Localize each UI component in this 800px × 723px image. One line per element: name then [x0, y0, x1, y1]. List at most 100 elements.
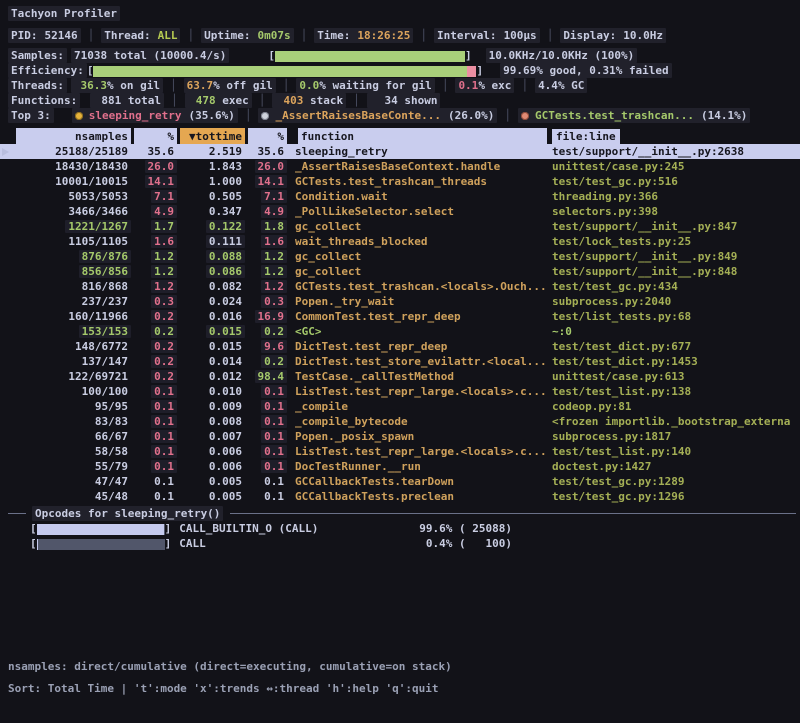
table-row[interactable]: 160/11966 0.2 0.016 16.9 CommonTest.test… — [0, 309, 800, 324]
direct-pct-value: 14.1 — [145, 175, 178, 188]
function-name: DictTest.test_repr_deep — [295, 340, 447, 353]
function-name: CommonTest.test_repr_deep — [295, 310, 461, 323]
separator: │ — [245, 108, 252, 123]
top3-item-1[interactable]: sleeping_retry(35.6%) — [72, 108, 238, 123]
table-row[interactable]: 148/6772 0.2 0.015 9.6 DictTest.test_rep… — [0, 339, 800, 354]
opcode-bar-fill — [37, 524, 164, 535]
thread-stat[interactable]: Thread:ALL — [101, 28, 180, 43]
function-name: sleeping_retry — [295, 145, 388, 158]
tottime-value: 0.016 — [206, 310, 245, 323]
tottime-value: 0.082 — [206, 280, 245, 293]
tottime-value: 0.012 — [206, 370, 245, 383]
col-header-pct1[interactable]: % — [131, 128, 177, 144]
table-row[interactable]: 10001/10015 14.1 1.000 14.1 GCTests.test… — [0, 174, 800, 189]
function-name: TestCase._callTestMethod — [295, 370, 454, 383]
nsamples-value: 45/48 — [92, 490, 131, 503]
direct-pct-value: 26.0 — [145, 160, 178, 173]
file-line: ~:0 — [552, 325, 572, 338]
header-marker-cell — [0, 129, 13, 144]
nsamples-value: 100/100 — [79, 385, 131, 398]
col-header-tottime-sorted[interactable]: ▼tottime — [177, 128, 245, 144]
file-line: unittest/case.py:613 — [552, 370, 684, 383]
function-name: ListTest.test_repr_large.<locals>.c... — [295, 385, 547, 398]
tottime-value: 0.111 — [206, 235, 245, 248]
table-row[interactable]: 47/47 0.1 0.005 0.1 GCCallbackTests.tear… — [0, 474, 800, 489]
samples-total: 71038 total (10000.4/s) — [71, 48, 229, 63]
file-line: codeop.py:81 — [552, 400, 631, 413]
table-row[interactable]: 3466/3466 4.9 0.347 4.9 _PollLikeSelecto… — [0, 204, 800, 219]
col-header-file[interactable]: file:line — [552, 129, 800, 144]
table-row[interactable]: 25188/25189 35.6 2.519 35.6 sleeping_ret… — [0, 144, 800, 159]
direct-pct-value: 0.1 — [151, 460, 177, 473]
nsamples-value: 816/868 — [79, 280, 131, 293]
display-value: 10.0Hz — [623, 28, 663, 43]
opcode-row: [ ] CALL 0.4% ( 100) — [0, 536, 512, 551]
cumulative-pct-value: 0.1 — [261, 385, 287, 398]
table-row[interactable]: 1105/1105 1.6 0.111 1.6 wait_threads_blo… — [0, 234, 800, 249]
nsamples-value: 148/6772 — [72, 340, 131, 353]
bar-open-bracket: [ — [30, 537, 37, 550]
table-row[interactable]: 5053/5053 7.1 0.505 7.1 Condition.wait t… — [0, 189, 800, 204]
file-line: unittest/case.py:245 — [552, 160, 684, 173]
top3-item-2[interactable]: _AssertRaisesBaseConte...(26.0%) — [258, 108, 497, 123]
table-row[interactable]: 153/153 0.2 0.015 0.2 <GC> ~:0 — [0, 324, 800, 339]
interval-value: 100µs — [504, 28, 537, 43]
bar-close-bracket: ] — [476, 63, 483, 78]
functions-stack: 403 stack — [272, 93, 346, 108]
col-header-nsamples[interactable]: nsamples — [13, 128, 131, 144]
col-header-pct2[interactable]: % — [245, 128, 287, 144]
table-row[interactable]: 122/69721 0.2 0.012 98.4 TestCase._callT… — [0, 369, 800, 384]
nsamples-value: 237/237 — [79, 295, 131, 308]
table-row[interactable]: 100/100 0.1 0.010 0.1 ListTest.test_repr… — [0, 384, 800, 399]
cumulative-pct-value: 35.6 — [255, 145, 288, 158]
table-row[interactable]: 18430/18430 26.0 1.843 26.0 _AssertRaise… — [0, 159, 800, 174]
direct-pct-value: 0.2 — [151, 355, 177, 368]
tottime-value: 0.122 — [206, 220, 245, 233]
nsamples-value: 47/47 — [92, 475, 131, 488]
table-row[interactable]: 45/48 0.1 0.005 0.1 GCCallbackTests.prec… — [0, 489, 800, 504]
file-line: test/test_list.py:138 — [552, 385, 691, 398]
table-row[interactable]: 876/876 1.2 0.088 1.2 gc_collect test/su… — [0, 249, 800, 264]
nsamples-value: 122/69721 — [65, 370, 131, 383]
separator: │ — [259, 93, 266, 108]
separator: │ — [504, 108, 511, 123]
function-name: Popen._posix_spawn — [295, 430, 414, 443]
nsamples-value: 1105/1105 — [65, 235, 131, 248]
table-row[interactable]: 58/58 0.1 0.006 0.1 ListTest.test_repr_l… — [0, 444, 800, 459]
separator: │ — [88, 28, 95, 43]
time-stat: Time:18:26:25 — [314, 28, 413, 43]
col-header-function[interactable]: function — [295, 128, 547, 144]
direct-pct-value: 1.2 — [151, 265, 177, 278]
tottime-value: 0.005 — [206, 475, 245, 488]
uptime-value: 0m07s — [257, 28, 290, 43]
efficiency-summary: 99.69% good, 0.31% failed — [500, 63, 672, 78]
table-row[interactable]: 95/95 0.1 0.009 0.1 _compile codeop.py:8… — [0, 399, 800, 414]
direct-pct-value: 4.9 — [151, 205, 177, 218]
table-row[interactable]: 137/147 0.2 0.014 0.2 DictTest.test_stor… — [0, 354, 800, 369]
table-row[interactable]: 856/856 1.2 0.086 1.2 gc_collect test/su… — [0, 264, 800, 279]
nsamples-value: 1221/1267 — [65, 220, 131, 233]
table-row[interactable]: 66/67 0.1 0.007 0.1 Popen._posix_spawn s… — [0, 429, 800, 444]
separator: │ — [353, 93, 360, 108]
table-row[interactable]: 1221/1267 1.7 0.122 1.8 gc_collect test/… — [0, 219, 800, 234]
opcode-bar — [37, 539, 165, 550]
time-value: 18:26:25 — [357, 28, 410, 43]
separator: │ — [170, 78, 177, 93]
table-row[interactable]: 816/868 1.2 0.082 1.2 GCTests.test_trash… — [0, 279, 800, 294]
top3-name-2: _AssertRaisesBaseConte... — [275, 108, 441, 123]
table-row[interactable]: 83/83 0.1 0.008 0.1 _compile_bytecode <f… — [0, 414, 800, 429]
cumulative-pct-value: 0.1 — [261, 490, 287, 503]
table-row[interactable]: 237/237 0.3 0.024 0.3 Popen._try_wait su… — [0, 294, 800, 309]
tottime-value: 0.086 — [206, 265, 245, 278]
bar-close-bracket: ] — [465, 48, 472, 63]
top3-item-3[interactable]: GCTests.test_trashcan...(14.1%) — [518, 108, 750, 123]
rule-line — [230, 513, 796, 514]
table-row[interactable]: 55/79 0.1 0.006 0.1 DocTestRunner.__run … — [0, 459, 800, 474]
bronze-medal-icon — [521, 112, 529, 120]
file-line: test/lock_tests.py:25 — [552, 235, 691, 248]
separator: │ — [547, 28, 554, 43]
opcode-name: CALL — [179, 537, 206, 550]
threads-row: Threads: 36.3% on gil │ 63.7% off gil │ … — [0, 78, 800, 93]
efficiency-bar-failed — [467, 66, 476, 77]
function-name: _AssertRaisesBaseContext.handle — [295, 160, 500, 173]
